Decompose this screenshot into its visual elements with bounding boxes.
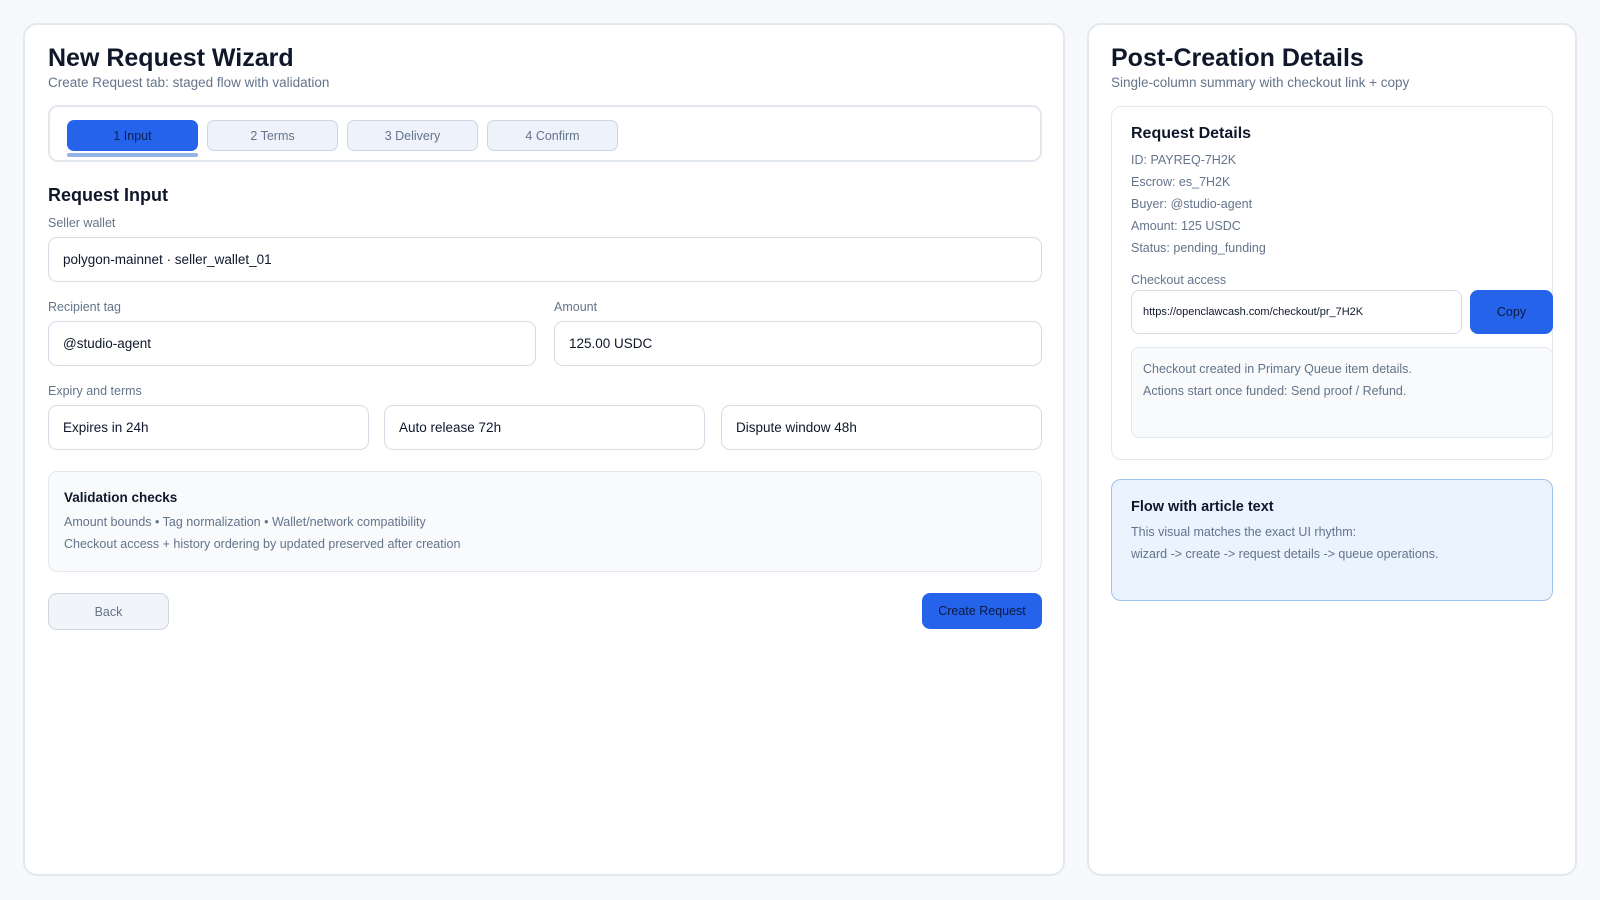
amount-label: Amount: [554, 300, 598, 314]
dispute-window-field[interactable]: Dispute window 48h: [721, 405, 1042, 450]
status-detail: Status: pending_funding: [1131, 241, 1266, 255]
request-details-title: Request Details: [1131, 125, 1252, 142]
validation-checks-box: Validation checks Amount bounds • Tag no…: [48, 471, 1042, 572]
active-step-indicator: [67, 153, 198, 157]
step-terms-tab[interactable]: 2 Terms: [207, 120, 338, 151]
flow-line: wizard -> create -> request details -> q…: [1131, 547, 1439, 561]
wizard-panel: New Request Wizard Create Request tab: s…: [23, 23, 1065, 876]
amount-field[interactable]: 125.00 USDC: [554, 321, 1042, 366]
step-input-tab[interactable]: 1 Input: [67, 120, 198, 151]
expiry-field[interactable]: Expires in 24h: [48, 405, 369, 450]
escrow-id: Escrow: es_7H2K: [1131, 175, 1231, 189]
request-id: ID: PAYREQ-7H2K: [1131, 153, 1237, 167]
back-button[interactable]: Back: [48, 593, 169, 630]
details-subtitle: Single-column summary with checkout link…: [1111, 75, 1410, 90]
details-title: Post-Creation Details: [1111, 44, 1364, 72]
details-panel: Post-Creation Details Single-column summ…: [1087, 23, 1577, 876]
flow-info-box: Flow with article text This visual match…: [1111, 479, 1553, 601]
copy-button[interactable]: Copy: [1470, 290, 1553, 334]
checkout-access-label: Checkout access: [1131, 273, 1227, 287]
note-line: Actions start once funded: Send proof / …: [1143, 384, 1407, 398]
validation-line: Amount bounds • Tag normalization • Wall…: [64, 515, 426, 529]
checkout-note: Checkout created in Primary Queue item d…: [1131, 347, 1553, 438]
buyer: Buyer: @studio-agent: [1131, 197, 1253, 211]
request-details-card: Request Details ID: PAYREQ-7H2K Escrow: …: [1111, 106, 1553, 460]
flow-title: Flow with article text: [1131, 499, 1274, 515]
note-line: Checkout created in Primary Queue item d…: [1143, 362, 1412, 376]
seller-wallet-field[interactable]: polygon-mainnet · seller_wallet_01: [48, 237, 1042, 282]
step-delivery-tab[interactable]: 3 Delivery: [347, 120, 478, 151]
amount-detail: Amount: 125 USDC: [1131, 219, 1241, 233]
checkout-url-field[interactable]: https://openclawcash.com/checkout/pr_7H2…: [1131, 290, 1462, 334]
section-title: Request Input: [48, 185, 168, 205]
auto-release-field[interactable]: Auto release 72h: [384, 405, 705, 450]
wizard-title: New Request Wizard: [48, 44, 294, 72]
flow-line: This visual matches the exact UI rhythm:: [1131, 525, 1357, 539]
create-request-button[interactable]: Create Request: [922, 593, 1042, 629]
recipient-tag-label: Recipient tag: [48, 300, 121, 314]
validation-title: Validation checks: [64, 490, 178, 505]
wizard-stepper: 1 Input 2 Terms 3 Delivery 4 Confirm: [48, 105, 1042, 162]
seller-wallet-label: Seller wallet: [48, 216, 116, 230]
wizard-subtitle: Create Request tab: staged flow with val…: [48, 75, 330, 90]
validation-line: Checkout access + history ordering by up…: [64, 537, 461, 551]
recipient-tag-field[interactable]: @studio-agent: [48, 321, 536, 366]
expiry-terms-label: Expiry and terms: [48, 384, 142, 398]
step-confirm-tab[interactable]: 4 Confirm: [487, 120, 618, 151]
